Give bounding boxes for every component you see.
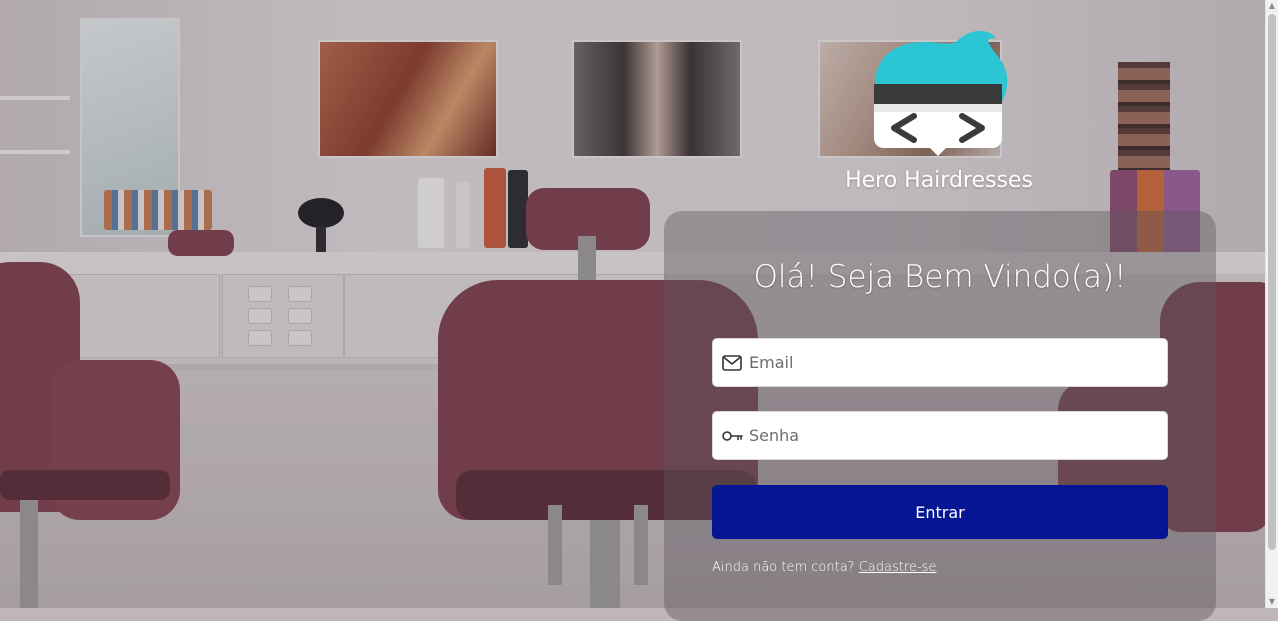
brand-name: Hero Hairdresses — [845, 168, 1033, 193]
welcome-heading: Olá! Seja Bem Vindo(a)! — [753, 259, 1127, 295]
signup-text: Ainda não tem conta? Cadastre-se — [712, 560, 936, 575]
password-input[interactable] — [749, 412, 1159, 459]
login-submit-button[interactable]: Entrar — [712, 485, 1168, 539]
scroll-up-arrow-icon[interactable]: ▲ — [1266, 0, 1278, 12]
password-field[interactable] — [712, 411, 1168, 460]
signup-prompt: Ainda não tem conta? — [712, 560, 855, 575]
email-input[interactable] — [749, 339, 1159, 386]
vertical-scrollbar[interactable]: ▲ ▼ — [1265, 0, 1278, 608]
scrollbar-thumb[interactable] — [1268, 14, 1276, 550]
key-icon — [721, 425, 743, 447]
scroll-down-arrow-icon[interactable]: ▼ — [1266, 596, 1278, 608]
hero-logo-icon — [866, 28, 1012, 156]
signup-link[interactable]: Cadastre-se — [859, 560, 937, 575]
email-field[interactable] — [712, 338, 1168, 387]
envelope-icon — [721, 352, 743, 374]
